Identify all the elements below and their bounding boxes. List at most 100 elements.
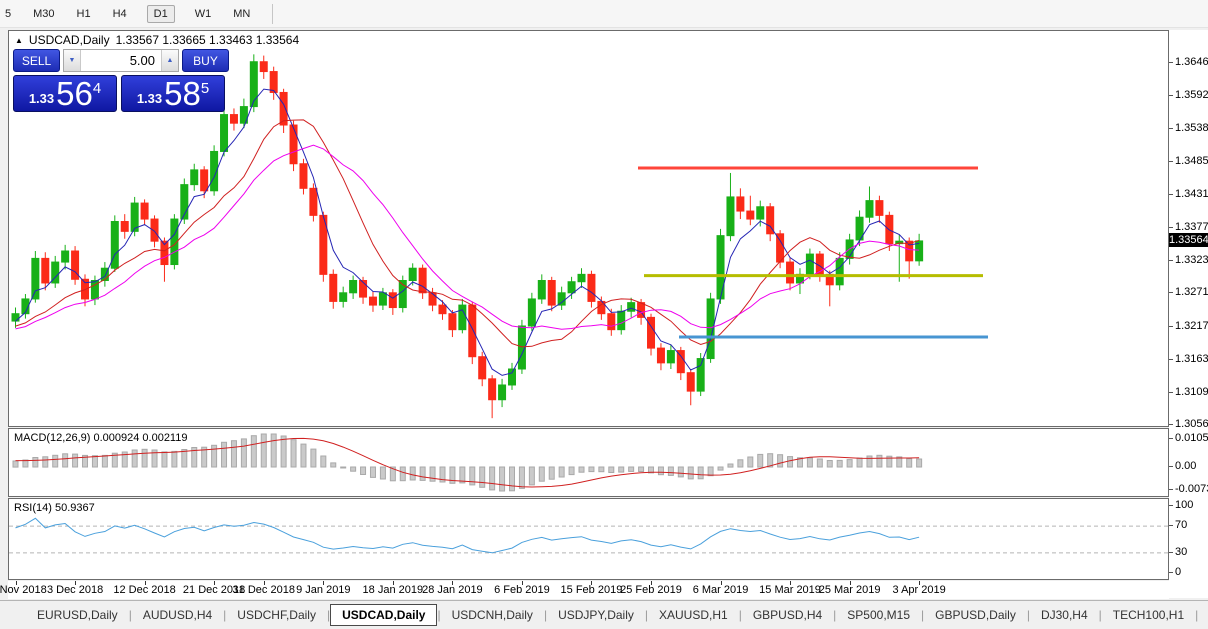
- timeframe-button-w1[interactable]: W1: [193, 5, 214, 23]
- rsi-axis-label: 100: [1175, 499, 1193, 511]
- rsi-axis-label-tick: [1169, 552, 1173, 553]
- current-price-tag: 1.33564: [1169, 233, 1208, 247]
- date-axis-label: 25 Mar 2019: [819, 584, 881, 596]
- tab-usdcad-daily[interactable]: USDCAD,Daily: [330, 604, 437, 626]
- price-axis-label: 1.33235: [1175, 254, 1208, 266]
- sell-price-sup: 4: [93, 80, 101, 97]
- chart-ohlc-values: 1.33567 1.33665 1.33463 1.33564: [116, 33, 300, 47]
- timeframe-button-d1[interactable]: D1: [147, 5, 175, 23]
- rsi-chart[interactable]: [9, 499, 1168, 579]
- sell-price-display[interactable]: 1.33 56 4: [13, 75, 117, 112]
- buy-price-big: 58: [164, 79, 201, 109]
- macd-panel: MACD(12,26,9) 0.000924 0.002119: [8, 428, 1169, 497]
- date-axis-label: 3 Dec 2018: [47, 584, 103, 596]
- symbol-tabbar: EURUSD,Daily|AUDUSD,H4|USDCHF,Daily|USDC…: [0, 600, 1208, 629]
- date-axis-label: 15 Feb 2019: [561, 584, 623, 596]
- collapse-icon[interactable]: ▲: [15, 36, 23, 45]
- sell-price-big: 56: [56, 79, 93, 109]
- date-axis-label: 6 Mar 2019: [693, 584, 749, 596]
- macd-axis-label-tick: [1169, 466, 1173, 467]
- tab-ukc[interactable]: UKC: [1198, 604, 1208, 626]
- sell-button[interactable]: SELL: [13, 49, 60, 72]
- chart-title-bar: ▲ USDCAD,Daily 1.33567 1.33665 1.33463 1…: [15, 33, 299, 47]
- rsi-panel: RSI(14) 50.9367: [8, 498, 1169, 580]
- rsi-axis-label-tick: [1169, 525, 1173, 526]
- date-axis-label: 3 Apr 2019: [893, 584, 946, 596]
- price-axis-label: 1.36460: [1175, 56, 1208, 68]
- macd-axis-label: -0.0073: [1175, 483, 1208, 495]
- buy-button[interactable]: BUY: [182, 49, 229, 72]
- rsi-axis-label: 0: [1175, 566, 1181, 578]
- price-axis-label-tick: [1169, 392, 1173, 393]
- buy-price-display[interactable]: 1.33 58 5: [121, 75, 225, 112]
- tab-eurusd-daily[interactable]: EURUSD,Daily: [26, 604, 129, 626]
- macd-axis-label-tick: [1169, 489, 1173, 490]
- volume-stepper: ▼ ▲: [63, 49, 179, 72]
- price-axis-label-tick: [1169, 194, 1173, 195]
- price-axis-label: 1.30565: [1175, 418, 1208, 430]
- price-axis-label: 1.32710: [1175, 286, 1208, 298]
- price-axis-label: 1.34855: [1175, 155, 1208, 167]
- volume-input[interactable]: [81, 50, 161, 71]
- rsi-axis-label-tick: [1169, 505, 1173, 506]
- price-chart-panel: ▲ USDCAD,Daily 1.33567 1.33665 1.33463 1…: [8, 30, 1169, 427]
- tab-xauusd-h1[interactable]: XAUUSD,H1: [648, 604, 739, 626]
- date-axis-label: 6 Feb 2019: [494, 584, 550, 596]
- price-axis-label-tick: [1169, 62, 1173, 63]
- price-axis-label-tick: [1169, 161, 1173, 162]
- date-axis-label: 9 Jan 2019: [296, 584, 350, 596]
- price-axis-label: 1.31090: [1175, 386, 1208, 398]
- tab-usdchf-daily[interactable]: USDCHF,Daily: [226, 604, 327, 626]
- date-axis-label: 15 Mar 2019: [759, 584, 821, 596]
- macd-axis-label-tick: [1169, 438, 1173, 439]
- price-axis: 1.36460 1.35920 1.35380 1.34855 1.34315 1.337…: [1169, 30, 1208, 598]
- tab-dj30-h4[interactable]: DJ30,H4: [1030, 604, 1099, 626]
- timeframe-button-5[interactable]: 5: [3, 5, 13, 23]
- timeframe-button-h1[interactable]: H1: [75, 5, 93, 23]
- volume-decrease-button[interactable]: ▼: [64, 50, 81, 71]
- macd-axis-label: 0.010525: [1175, 432, 1208, 444]
- price-axis-label-tick: [1169, 260, 1173, 261]
- price-axis-label-tick: [1169, 424, 1173, 425]
- tab-usdjpy-daily[interactable]: USDJPY,Daily: [547, 604, 645, 626]
- rsi-axis-label-tick: [1169, 572, 1173, 573]
- volume-increase-button[interactable]: ▲: [161, 50, 178, 71]
- buy-price-sup: 5: [201, 80, 209, 97]
- toolbar-separator: [272, 4, 273, 24]
- date-axis-label: 25 Feb 2019: [620, 584, 682, 596]
- date-axis: 23 Nov 20183 Dec 201812 Dec 201821 Dec 2…: [8, 581, 1169, 599]
- timeframe-button-mn[interactable]: MN: [231, 5, 252, 23]
- date-axis-label: 18 Jan 2019: [363, 584, 424, 596]
- macd-axis-label: 0.00: [1175, 460, 1196, 472]
- tab-gbpusd-daily[interactable]: GBPUSD,Daily: [924, 604, 1027, 626]
- price-axis-label-tick: [1169, 128, 1173, 129]
- tab-tech100-h1[interactable]: TECH100,H1: [1102, 604, 1195, 626]
- rsi-label: RSI(14) 50.9367: [14, 502, 95, 514]
- price-axis-label: 1.31630: [1175, 353, 1208, 365]
- sell-price-prefix: 1.33: [29, 91, 54, 106]
- buy-price-prefix: 1.33: [137, 91, 162, 106]
- price-axis-label-tick: [1169, 326, 1173, 327]
- tab-usdcnh-daily[interactable]: USDCNH,Daily: [441, 604, 544, 626]
- rsi-axis-label: 70: [1175, 519, 1187, 531]
- price-axis-label: 1.33775: [1175, 221, 1208, 233]
- price-axis-label-tick: [1169, 292, 1173, 293]
- price-axis-label: 1.35920: [1175, 89, 1208, 101]
- date-axis-label: 23 Nov 2018: [0, 584, 47, 596]
- timeframe-button-h4[interactable]: H4: [111, 5, 129, 23]
- timeframe-button-m30[interactable]: M30: [31, 5, 56, 23]
- price-axis-label-tick: [1169, 95, 1173, 96]
- tab-gbpusd-h4[interactable]: GBPUSD,H4: [742, 604, 833, 626]
- chart-symbol-label: USDCAD,Daily: [29, 33, 110, 47]
- price-axis-label: 1.32170: [1175, 320, 1208, 332]
- tab-sp500-m15[interactable]: SP500,M15: [836, 604, 921, 626]
- price-axis-label-tick: [1169, 227, 1173, 228]
- date-axis-label: 31 Dec 2018: [233, 584, 295, 596]
- one-click-trading-widget: SELL ▼ ▲ BUY 1.33 56 4 1.33 58 5: [13, 49, 229, 115]
- rsi-axis-label: 30: [1175, 546, 1187, 558]
- date-axis-label: 28 Jan 2019: [422, 584, 483, 596]
- tab-audusd-h4[interactable]: AUDUSD,H4: [132, 604, 223, 626]
- price-axis-label: 1.35380: [1175, 122, 1208, 134]
- price-axis-label: 1.34315: [1175, 188, 1208, 200]
- date-axis-label: 12 Dec 2018: [113, 584, 175, 596]
